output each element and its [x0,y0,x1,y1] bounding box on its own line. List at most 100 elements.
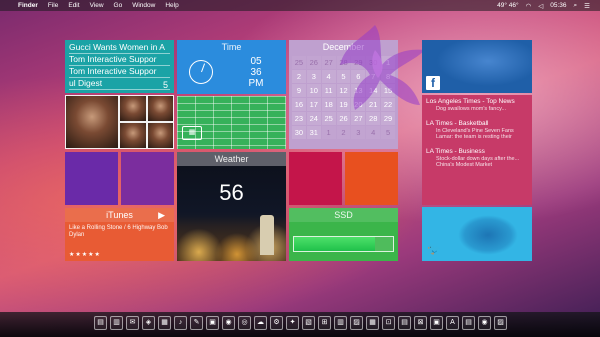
orange-tile[interactable] [345,152,398,205]
dock-app-icon[interactable]: ▦ [158,316,171,330]
dock-app-icon[interactable]: ⚙ [270,316,283,330]
menu-help[interactable]: Help [165,0,178,11]
calendar-day[interactable]: 31 [306,126,321,139]
calendar-tile[interactable]: December 25 26 27 28 29 30 1 2 3 4 5 6 7 8 9 10 11 12 13 14… [289,40,398,149]
calendar-day[interactable]: 4 [321,70,336,83]
calendar-day[interactable]: 12 [336,84,351,97]
headlines-tile[interactable]: Los Angeles Times - Top News Dog swallow… [422,95,532,205]
calendar-day[interactable]: 4 [366,126,381,139]
menu-window[interactable]: Window [132,0,155,11]
photo-thumbnail[interactable] [147,123,173,148]
calendar-day[interactable]: 20 [351,98,366,111]
calendar-day[interactable]: 25 [321,112,336,125]
volume-icon[interactable]: ◁ [538,2,543,10]
calendar-day[interactable]: 1 [381,56,395,69]
calendar-day[interactable]: 15 [381,84,395,97]
headline-group[interactable]: Los Angeles Times - Top News Dog swallow… [426,98,528,113]
purple-tile[interactable] [65,152,118,205]
calendar-day[interactable]: 27 [321,56,336,69]
photo-thumbnail[interactable] [120,96,146,121]
headline-item[interactable]: Lamar: the team is resting their [426,134,528,141]
headline-group[interactable]: LA Times - Business Stock-dollar down da… [426,148,528,169]
calendar-day[interactable]: 27 [351,112,366,125]
calendar-day[interactable]: 11 [321,84,336,97]
calendar-day[interactable]: 7 [366,70,381,83]
purple-tile[interactable] [121,152,174,205]
time-tile[interactable]: Time 05 36 PM [177,40,286,94]
calendar-day[interactable]: 10 [306,84,321,97]
photo-thumbnail[interactable] [120,123,146,148]
calendar-day[interactable]: 24 [306,112,321,125]
calendar-day[interactable]: 5 [381,126,395,139]
calendar-day[interactable]: 16 [292,98,306,111]
menu-go[interactable]: Go [114,0,123,11]
dock-app-icon[interactable]: ♪ [174,316,187,330]
weather-tile[interactable]: Weather 56 [177,152,286,261]
calendar-day[interactable]: 14 [366,84,381,97]
news-tile[interactable]: Gucci Wants Women in A Tom Interactive S… [65,40,174,93]
calendar-day[interactable]: 21 [366,98,381,111]
dock-app-icon[interactable]: ▥ [110,316,123,330]
dock-app-icon[interactable]: ▨ [350,316,363,330]
dock-app-icon[interactable]: ✎ [190,316,203,330]
spreadsheet-tile[interactable]: ▦ [177,96,286,149]
dock-app-icon[interactable]: ▣ [430,316,443,330]
play-icon[interactable]: ▶ [158,210,165,220]
calendar-day[interactable]: 6 [351,70,366,83]
facebook-tile[interactable]: f [422,40,532,93]
menu-view[interactable]: View [90,0,104,11]
calendar-day[interactable]: 30 [366,56,381,69]
calendar-day[interactable]: 28 [336,56,351,69]
calendar-day[interactable]: 23 [292,112,306,125]
menu-file[interactable]: File [48,0,58,11]
dock-app-icon[interactable]: ▤ [94,316,107,330]
calendar-day[interactable]: 17 [306,98,321,111]
search-icon[interactable]: ⌕ [574,2,578,10]
dock-app-icon[interactable]: ▥ [334,316,347,330]
rating-stars[interactable]: ★★★★★ [69,251,101,258]
dock-app-icon[interactable]: ▧ [302,316,315,330]
menu-edit[interactable]: Edit [68,0,79,11]
dock-app-icon[interactable]: ◉ [478,316,491,330]
menu-clock[interactable]: 05:36 [550,2,566,9]
menu-temperature[interactable]: 49° 46° [497,2,518,9]
calendar-day[interactable]: 3 [351,126,366,139]
calendar-day[interactable]: 2 [292,70,306,83]
calendar-day[interactable]: 25 [292,56,306,69]
photos-tile[interactable] [65,95,174,149]
calendar-day[interactable]: 9 [292,84,306,97]
calendar-day[interactable]: 26 [306,56,321,69]
calendar-day[interactable]: 29 [351,56,366,69]
dock-app-icon[interactable]: ✉ [126,316,139,330]
calendar-day[interactable]: 3 [306,70,321,83]
menu-app-name[interactable]: Finder [18,0,38,11]
calendar-day[interactable]: 30 [292,126,306,139]
dock-app-icon[interactable]: ▦ [366,316,379,330]
calendar-day[interactable]: 28 [366,112,381,125]
calendar-day[interactable]: 22 [381,98,395,111]
itunes-tile[interactable]: iTunes ▶ Like a Rolling Stone / 6 Highwa… [65,208,174,261]
dock-app-icon[interactable]: ✦ [286,316,299,330]
calendar-day[interactable]: 13 [351,84,366,97]
calendar-day[interactable]: 5 [336,70,351,83]
wifi-icon[interactable]: ◠ [526,2,532,10]
dock-app-icon[interactable]: ◈ [142,316,155,330]
calendar-day[interactable]: 2 [336,126,351,139]
dock-app-icon[interactable]: ▣ [206,316,219,330]
ssd-tile[interactable]: SSD [289,208,398,261]
photo-thumbnail[interactable] [66,96,118,148]
dock-app-icon[interactable]: A [446,316,459,330]
notification-icon[interactable]: ☰ [584,2,590,10]
calendar-day[interactable]: 1 [321,126,336,139]
headline-item[interactable]: Dog swallows mom's fancy... [426,106,528,113]
dock-app-icon[interactable]: ☁ [254,316,267,330]
dock-app-icon[interactable]: ▤ [462,316,475,330]
headline-group[interactable]: LA Times - Basketball In Cleveland's Pin… [426,120,528,141]
calendar-day[interactable]: 8 [381,70,395,83]
calendar-day[interactable]: 26 [336,112,351,125]
headline-item[interactable]: China's Modest Market [426,162,528,169]
twitter-tile[interactable]: 🐦 [422,207,532,261]
calendar-day[interactable]: 18 [321,98,336,111]
dock-app-icon[interactable]: ◎ [238,316,251,330]
calendar-day[interactable]: 19 [336,98,351,111]
